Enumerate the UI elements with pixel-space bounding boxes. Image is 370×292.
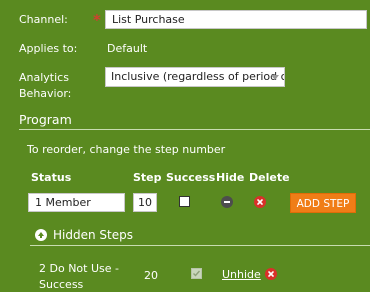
- arrow-up-circle-icon[interactable]: [35, 229, 47, 241]
- reorder-hint: To reorder, change the step number: [27, 143, 226, 156]
- delete-icon[interactable]: [254, 196, 266, 208]
- hidden-step-number: 20: [144, 269, 158, 282]
- section-divider: [19, 129, 370, 130]
- column-hide: Hide: [216, 171, 245, 184]
- column-success: Success: [166, 171, 216, 184]
- delete-hidden-icon[interactable]: [265, 268, 277, 280]
- add-step-button[interactable]: ADD STEP: [290, 193, 356, 213]
- chevron-down-icon: [271, 75, 279, 80]
- hidden-step-status: 2 Do Not Use - Success: [39, 262, 119, 292]
- analytics-label-line2: Behavior:: [19, 87, 72, 100]
- channel-label: Channel:: [19, 13, 68, 26]
- analytics-label-line1: Analytics: [19, 71, 69, 84]
- channel-input[interactable]: List Purchase: [105, 10, 367, 29]
- applies-to-label: Applies to:: [19, 42, 78, 55]
- step-number-input[interactable]: 10: [133, 193, 157, 212]
- hidden-success-checkbox: [191, 268, 202, 279]
- analytics-behavior-value: Inclusive (regardless of period cost): [111, 70, 284, 83]
- hidden-steps-divider: [30, 245, 370, 246]
- column-step: Step: [133, 171, 162, 184]
- hidden-step-status-line1: 2 Do Not Use -: [39, 262, 119, 275]
- hide-icon[interactable]: [221, 196, 233, 208]
- hidden-step-status-line2: Success: [39, 278, 84, 291]
- required-asterisk: *: [93, 11, 101, 29]
- success-checkbox[interactable]: [179, 196, 190, 207]
- program-section-title: Program: [19, 112, 72, 127]
- unhide-link[interactable]: Unhide: [222, 268, 261, 281]
- analytics-behavior-label: Analytics Behavior:: [19, 71, 71, 101]
- hidden-steps-toggle[interactable]: Hidden Steps: [53, 228, 133, 242]
- column-delete: Delete: [249, 171, 290, 184]
- analytics-behavior-select[interactable]: Inclusive (regardless of period cost): [105, 67, 285, 87]
- applies-to-value: Default: [107, 42, 148, 55]
- step-status-input[interactable]: 1 Member: [28, 193, 125, 212]
- column-status: Status: [31, 171, 72, 184]
